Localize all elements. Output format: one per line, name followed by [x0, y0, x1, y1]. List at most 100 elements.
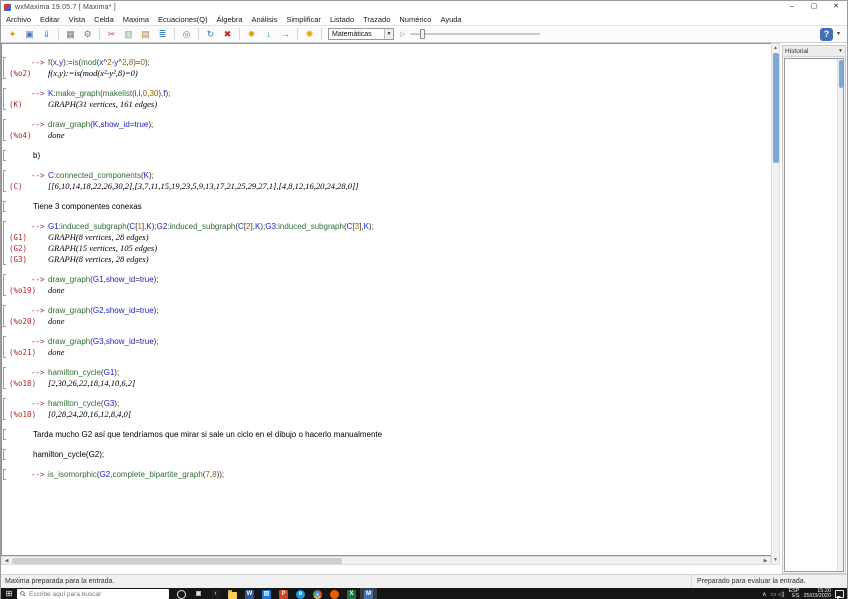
- input-line[interactable]: --> is_isomorphic(G2,complete_bipartite_g…: [3, 469, 771, 480]
- code-cell: --> draw_graph(G3,show_id=true); (%o21) don…: [3, 336, 771, 358]
- scroll-left-icon[interactable]: ◀: [2, 558, 11, 564]
- input-code[interactable]: is_isomorphic(G2,complete_bipartite_grap…: [48, 469, 224, 480]
- menu-vista[interactable]: Vista: [69, 15, 86, 24]
- input-code[interactable]: f(x,y):=is(mod(x^2-y^2,8)=0);: [48, 57, 150, 68]
- menu-trazado[interactable]: Trazado: [363, 15, 390, 24]
- taskbar-icon-photos[interactable]: ▨: [258, 588, 275, 599]
- slider-thumb[interactable]: [420, 29, 426, 39]
- menu-ecuaciones-q-[interactable]: Ecuaciones(Q): [158, 15, 208, 24]
- history-list[interactable]: [784, 58, 844, 572]
- text-cell-content[interactable]: Tiene 3 componentes conexas: [33, 201, 771, 212]
- taskbar-icon-cortana[interactable]: [173, 588, 190, 599]
- preferences-gear-icon[interactable]: ⚙: [80, 27, 95, 41]
- history-scroll-thumb[interactable]: [839, 60, 843, 88]
- interrupt-icon[interactable]: ✖: [220, 27, 235, 41]
- paste-clipboard-icon[interactable]: ▤: [138, 27, 153, 41]
- input-prompt: -->: [31, 275, 45, 284]
- vertical-scroll-thumb[interactable]: [773, 53, 779, 163]
- horizontal-scroll-thumb[interactable]: [12, 557, 342, 564]
- taskbar-icon-task-view[interactable]: ▣: [190, 588, 207, 599]
- menu-archivo[interactable]: Archivo: [6, 15, 31, 24]
- input-code[interactable]: hamilton_cycle(G1);: [48, 367, 119, 378]
- find-icon[interactable]: ◎: [179, 27, 194, 41]
- text-cell-content[interactable]: b): [33, 150, 771, 161]
- input-line[interactable]: --> hamilton_cycle(G1);: [3, 367, 771, 378]
- menu-editar[interactable]: Editar: [40, 15, 60, 24]
- start-button[interactable]: ⊞: [1, 588, 17, 599]
- input-code[interactable]: hamilton_cycle(G3);: [48, 398, 119, 409]
- menu-listado[interactable]: Listado: [330, 15, 354, 24]
- copy-icon[interactable]: ▥: [121, 27, 136, 41]
- taskbar-icon-edge[interactable]: e: [292, 588, 309, 599]
- scroll-up-icon[interactable]: ▲: [772, 44, 779, 52]
- menu-celda[interactable]: Celda: [94, 15, 114, 24]
- taskbar-icon-powerpoint[interactable]: P: [275, 588, 292, 599]
- menu-simplificar[interactable]: Simplificar: [286, 15, 321, 24]
- taskbar-icon-word[interactable]: W: [241, 588, 258, 599]
- input-line[interactable]: --> f(x,y):=is(mod(x^2-y^2,8)=0);: [3, 57, 771, 68]
- input-line[interactable]: --> draw_graph(G1,show_id=true);: [3, 274, 771, 285]
- animation-slider[interactable]: [410, 28, 541, 40]
- input-code[interactable]: draw_graph(K,show_id=true);: [48, 119, 153, 130]
- input-line[interactable]: --> C:connected_components(K);: [3, 170, 771, 181]
- input-code[interactable]: draw_graph(G2,show_id=true);: [48, 305, 159, 316]
- taskbar-search[interactable]: [17, 589, 169, 599]
- vertical-scrollbar[interactable]: ▲ ▼: [771, 43, 780, 565]
- input-code[interactable]: draw_graph(G3,show_id=true);: [48, 336, 159, 347]
- cut-scissors-icon[interactable]: ✂: [104, 27, 119, 41]
- animation-play-button[interactable]: ▷: [400, 30, 405, 38]
- taskbar-icon-file-explorer[interactable]: [224, 588, 241, 599]
- print-icon[interactable]: ▦: [63, 27, 78, 41]
- text-cell-content[interactable]: hamilton_cycle(G2);: [33, 449, 771, 460]
- help-button[interactable]: ?: [820, 27, 834, 41]
- close-button[interactable]: ✕: [825, 1, 847, 13]
- input-line[interactable]: --> hamilton_cycle(G3);: [3, 398, 771, 409]
- evaluate-rest-icon[interactable]: →: [278, 27, 293, 41]
- maximize-button[interactable]: ▢: [803, 1, 825, 13]
- taskbar-icon-excel[interactable]: X: [343, 588, 360, 599]
- input-code[interactable]: C:connected_components(K);: [48, 170, 154, 181]
- menu-ayuda[interactable]: Ayuda: [440, 15, 461, 24]
- input-line[interactable]: --> G1:induced_subgraph(C[1],K);G2:induce…: [3, 221, 771, 232]
- input-line[interactable]: --> draw_graph(G2,show_id=true);: [3, 305, 771, 316]
- open-icon[interactable]: ▣: [22, 27, 37, 41]
- recalculate-icon[interactable]: ✺: [302, 27, 317, 41]
- clock[interactable]: 15:20 25/03/2020: [803, 588, 831, 599]
- taskbar-icon-chrome[interactable]: [309, 588, 326, 599]
- save-icon[interactable]: ⇓: [39, 27, 54, 41]
- format-text-icon[interactable]: ≣: [155, 27, 170, 41]
- input-code[interactable]: K:make_graph(makelist(i,i,0,30),f);: [48, 88, 170, 99]
- search-input[interactable]: [29, 590, 149, 598]
- horizontal-scrollbar[interactable]: ◀ ▶: [1, 556, 771, 565]
- menu-análisis[interactable]: Análisis: [252, 15, 278, 24]
- language-indicator[interactable]: ESP ES: [788, 588, 799, 599]
- action-center-icon[interactable]: [835, 590, 844, 599]
- scroll-right-icon[interactable]: ▶: [761, 558, 770, 564]
- input-line[interactable]: --> draw_graph(G3,show_id=true);: [3, 336, 771, 347]
- menu-numérico[interactable]: Numérico: [399, 15, 431, 24]
- minimize-button[interactable]: –: [781, 1, 803, 13]
- toolbar-overflow-icon[interactable]: ▼: [836, 31, 841, 37]
- animation-start-icon[interactable]: ✹: [244, 27, 259, 41]
- new-document-icon[interactable]: ✦: [5, 27, 20, 41]
- restart-maxima-icon[interactable]: ↻: [203, 27, 218, 41]
- menu-álgebra[interactable]: Álgebra: [217, 15, 243, 24]
- input-line[interactable]: --> draw_graph(K,show_id=true);: [3, 119, 771, 130]
- input-code[interactable]: G1:induced_subgraph(C[1],K);G2:induced_s…: [48, 221, 374, 232]
- tray-icons[interactable]: ▭ ◁): [771, 591, 785, 598]
- input-code[interactable]: draw_graph(G1,show_id=true);: [48, 274, 159, 285]
- tray-chevron-icon[interactable]: ∧: [762, 591, 766, 598]
- cell-style-dropdown[interactable]: Matemáticas ▼: [328, 28, 394, 40]
- output-value: [2,30,26,22,18,14,10,6,2]: [48, 378, 136, 388]
- worksheet[interactable]: --> f(x,y):=is(mod(x^2-y^2,8)=0); (%o2) f(x…: [1, 43, 771, 556]
- scroll-down-icon[interactable]: ▼: [772, 556, 779, 564]
- history-scrollbar[interactable]: [837, 59, 843, 571]
- follow-evaluation-icon[interactable]: ↓: [261, 27, 276, 41]
- taskbar-icon-firefox[interactable]: [326, 588, 343, 599]
- menu-maxima[interactable]: Maxima: [123, 15, 149, 24]
- taskbar-icon-wxmaxima[interactable]: M: [360, 588, 377, 599]
- taskbar-icon-terminal[interactable]: ›: [207, 588, 224, 599]
- input-line[interactable]: --> K:make_graph(makelist(i,i,0,30),f);: [3, 88, 771, 99]
- text-cell-content[interactable]: Tarda mucho G2 así que tendríamos que mi…: [33, 429, 771, 440]
- history-pane-header[interactable]: Historial ▼: [783, 46, 845, 57]
